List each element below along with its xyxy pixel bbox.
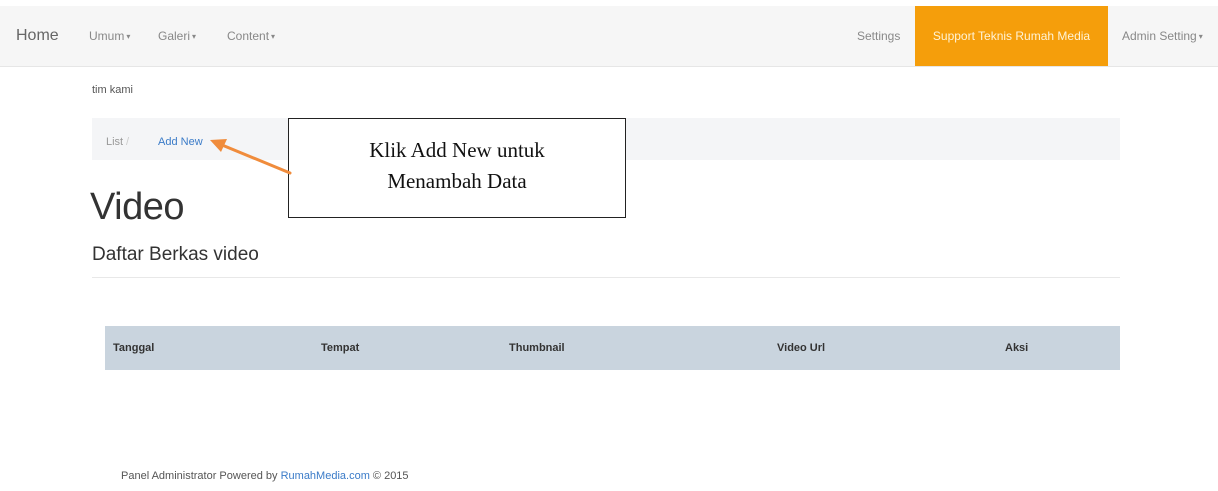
column-header-video-url: Video Url [769, 326, 997, 370]
caret-down-icon: ▾ [1198, 32, 1203, 41]
annotation-callout: Klik Add New untuk Menambah Data [288, 118, 626, 218]
nav-galeri-label: Galeri [158, 29, 191, 43]
add-new-link[interactable]: Add New [158, 118, 203, 166]
breadcrumb-list-link[interactable]: List [106, 118, 123, 166]
nav-settings-link[interactable]: Settings [857, 6, 900, 66]
column-header-thumbnail: Thumbnail [501, 326, 769, 370]
footer: Panel Administrator Powered by RumahMedi… [121, 470, 409, 482]
column-header-tanggal: Tanggal [105, 326, 313, 370]
caret-down-icon: ▾ [192, 32, 197, 41]
top-navbar: Home Umum ▾ Galeri ▾ Content ▾ Settings Sup… [0, 6, 1218, 67]
footer-suffix: © 2015 [369, 470, 409, 482]
video-table: Tanggal Tempat Thumbnail Video Url Aksi [105, 326, 1120, 370]
nav-content-dropdown[interactable]: Content ▾ [227, 6, 275, 66]
column-header-tempat: Tempat [313, 326, 501, 370]
footer-rumahmedia-link[interactable]: RumahMedia.com [281, 470, 370, 482]
nav-admin-dropdown[interactable]: Admin Setting ▾ [1122, 6, 1203, 66]
section-title: Daftar Berkas video [92, 244, 259, 265]
nav-admin-label: Admin Setting [1122, 29, 1197, 43]
annotation-line-2: Menambah Data [387, 169, 527, 193]
nav-galeri-dropdown[interactable]: Galeri ▾ [158, 6, 196, 66]
caret-down-icon: ▾ [271, 32, 276, 41]
column-header-aksi: Aksi [997, 326, 1120, 370]
breadcrumb-separator: / [126, 136, 130, 148]
page-title: Video [90, 186, 185, 228]
caret-down-icon: ▾ [126, 32, 131, 41]
table-header-row: Tanggal Tempat Thumbnail Video Url Aksi [105, 326, 1120, 370]
nav-support-link[interactable]: Support Teknis Rumah Media [915, 6, 1108, 66]
org-text: tim kami [92, 84, 133, 96]
nav-home-link[interactable]: Home [16, 6, 59, 66]
annotation-line-1: Klik Add New untuk [369, 138, 545, 162]
footer-prefix: Panel Administrator Powered by [121, 470, 281, 482]
nav-umum-label: Umum [89, 29, 125, 43]
divider [92, 277, 1120, 278]
nav-content-label: Content [227, 29, 270, 43]
nav-umum-dropdown[interactable]: Umum ▾ [89, 6, 130, 66]
